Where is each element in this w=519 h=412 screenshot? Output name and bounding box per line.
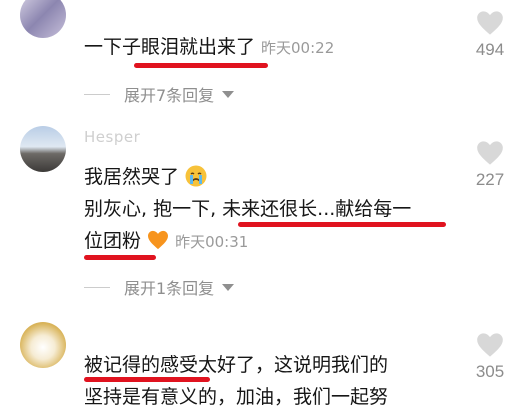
- comment-body: 一下子眼泪就出来了: [84, 36, 256, 58]
- username[interactable]: Hesper: [84, 128, 140, 146]
- like-button[interactable]: 494: [470, 10, 510, 60]
- heart-icon: [477, 141, 503, 165]
- chevron-down-icon: [222, 283, 235, 291]
- like-button[interactable]: 305: [470, 332, 510, 382]
- highlight-underline: [84, 255, 156, 260]
- comment-text-line2: 别灰心, 抱一下, 未来还很长...献给每一: [84, 194, 411, 224]
- expand-label: 展开7条回复: [124, 86, 215, 105]
- comment-text: 我居然哭了: [84, 162, 207, 192]
- chevron-down-icon: [222, 90, 235, 98]
- sad-face-emoji-icon: [185, 165, 207, 187]
- comment-body-line2: 别灰心, 抱一下, 未来还很长...献给每一: [84, 198, 412, 220]
- comment-text-line2: 坚持是有意义的，加油，我们一起努: [84, 382, 388, 412]
- avatar[interactable]: [20, 322, 66, 368]
- highlight-underline: [238, 222, 446, 227]
- highlight-underline: [134, 63, 268, 68]
- like-count: 305: [475, 362, 505, 381]
- expand-label: 展开1条回复: [124, 279, 215, 298]
- comment-text-line3: 位团粉 昨天00:31: [84, 226, 248, 257]
- like-button[interactable]: 227: [470, 140, 510, 190]
- like-count: 227: [475, 170, 505, 189]
- comment-text: 一下子眼泪就出来了 昨天00:22: [84, 32, 334, 63]
- avatar[interactable]: [20, 0, 66, 38]
- comment-time: 昨天00:22: [261, 39, 335, 57]
- comment-body-line1: 被记得的感受太好了，这说明我们的: [84, 354, 389, 376]
- heart-icon: [477, 333, 503, 357]
- like-count: 494: [475, 40, 505, 59]
- expand-replies-button[interactable]: 展开1条回复: [84, 275, 235, 299]
- divider: [84, 286, 110, 288]
- comment-body-line1: 我居然哭了: [84, 166, 180, 188]
- orange-heart-icon: [148, 230, 169, 250]
- comment-text: 被记得的感受太好了，这说明我们的: [84, 350, 388, 380]
- expand-replies-button[interactable]: 展开7条回复: [84, 82, 235, 106]
- heart-icon: [477, 11, 503, 35]
- divider: [84, 93, 110, 95]
- comment-body-line3: 位团粉: [84, 230, 142, 252]
- comment-body-line2: 坚持是有意义的，加油，我们一起努: [84, 386, 389, 408]
- comment-time: 昨天00:31: [175, 233, 249, 251]
- avatar[interactable]: [20, 126, 66, 172]
